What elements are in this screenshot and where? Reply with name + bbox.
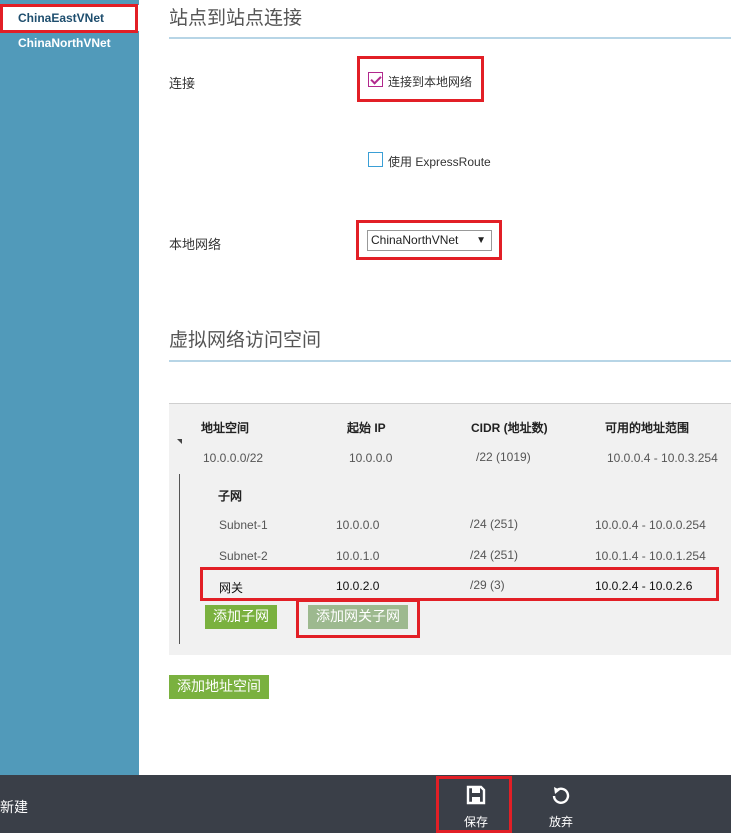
highlight-box-add-gateway-subnet [296, 599, 420, 638]
expressroute-label: 使用 ExpressRoute [388, 155, 491, 169]
column-header-address-space: 地址空间 [201, 421, 250, 435]
discard-label: 放弃 [548, 815, 573, 829]
subnet-range: 10.0.1.4 - 10.0.1.254 [595, 549, 706, 563]
address-space-range: 10.0.0.4 - 10.0.3.254 [607, 451, 718, 465]
subnet-start-ip[interactable]: 10.0.0.0 [336, 518, 379, 532]
address-space-table: 地址空间 起始 IP CIDR (地址数) 可用的地址范围 10.0.0.0/2… [169, 403, 731, 655]
column-header-start-ip: 起始 IP [347, 421, 386, 435]
connection-label: 连接 [169, 76, 196, 91]
tree-connector-line [179, 474, 180, 644]
collapse-triangle-icon[interactable] [177, 439, 182, 444]
subnet-name[interactable]: Subnet-1 [219, 518, 268, 532]
highlight-box-local-network-select [356, 220, 502, 260]
highlight-box-gateway-row [200, 567, 719, 601]
address-space-value[interactable]: 10.0.0.0/22 [203, 451, 263, 465]
subnet-name[interactable]: Subnet-2 [219, 549, 268, 563]
new-button[interactable]: 新建 [0, 797, 28, 817]
discard-button[interactable]: 放弃 [531, 775, 591, 833]
address-space-cidr: /22 (1019) [476, 450, 531, 464]
highlight-box-sidebar-item [0, 4, 138, 33]
highlight-box-connect-local [357, 56, 484, 102]
add-address-space-button[interactable]: 添加地址空间 [169, 675, 269, 699]
main-content: 站点到站点连接 连接 连接到本地网络 使用 ExpressRoute 本地网络 … [139, 0, 731, 775]
command-bar: 新建 保存 放弃 [0, 775, 731, 833]
sidebar-item-chinanorthvnet[interactable]: ChinaNorthVNet [0, 30, 139, 56]
column-header-usable-range: 可用的地址范围 [605, 421, 690, 435]
section-title-vnet-address-space: 虚拟网络访问空间 [169, 329, 322, 351]
highlight-box-save-button [436, 776, 512, 833]
section-divider [169, 360, 731, 362]
subnet-cidr[interactable]: /24 (251) [470, 517, 518, 531]
column-header-cidr: CIDR (地址数) [471, 421, 548, 435]
expressroute-checkbox[interactable] [368, 152, 383, 167]
section-title-site-to-site: 站点到站点连接 [169, 7, 303, 29]
address-space-start-ip[interactable]: 10.0.0.0 [349, 451, 392, 465]
local-network-label: 本地网络 [169, 237, 222, 252]
sidebar: ChinaEastVNet ChinaNorthVNet [0, 0, 139, 775]
subnet-cidr[interactable]: /24 (251) [470, 548, 518, 562]
subnet-header: 子网 [218, 489, 243, 503]
section-divider [169, 37, 731, 39]
subnet-range: 10.0.0.4 - 10.0.0.254 [595, 518, 706, 532]
subnet-start-ip[interactable]: 10.0.1.0 [336, 549, 379, 563]
undo-icon [552, 787, 570, 804]
add-subnet-button[interactable]: 添加子网 [205, 605, 277, 629]
